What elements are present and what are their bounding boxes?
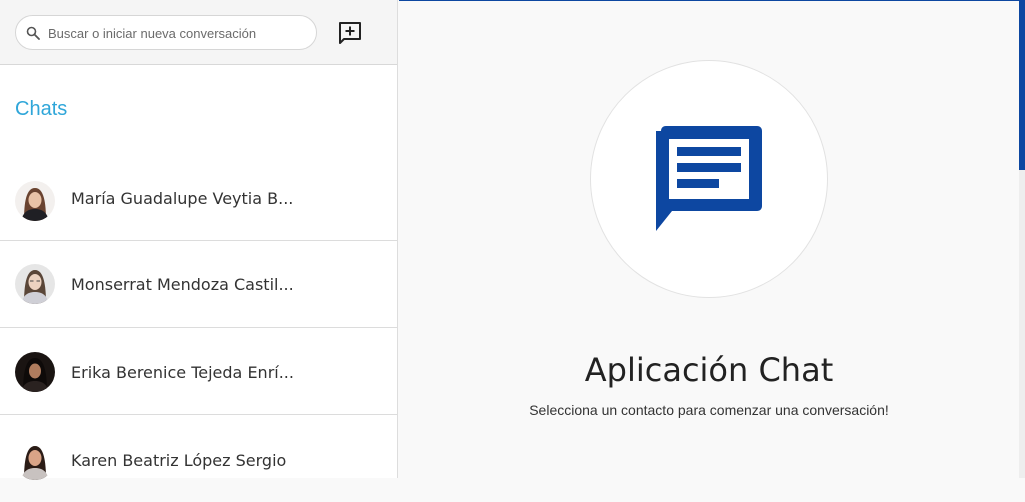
scrollbar-thumb[interactable]: [1019, 0, 1025, 170]
search-box[interactable]: [15, 15, 317, 50]
contact-name: Monserrat Mendoza Castil...: [71, 275, 294, 294]
new-chat-icon[interactable]: [337, 20, 363, 46]
contact-item[interactable]: Erika Berenice Tejeda Enrí...: [0, 328, 397, 415]
woman-avatar-icon: [15, 264, 55, 304]
avatar: [15, 264, 55, 304]
page-title: Aplicación Chat: [584, 351, 834, 389]
avatar: [15, 352, 55, 392]
page-subtitle: Selecciona un contacto para comenzar una…: [529, 402, 889, 418]
avatar: [15, 440, 55, 480]
contact-item[interactable]: Karen Beatriz López Sergio: [0, 415, 397, 502]
scrollbar[interactable]: [1019, 0, 1025, 478]
logo-circle: [590, 60, 828, 298]
contact-name: María Guadalupe Veytia B...: [71, 189, 294, 208]
contact-name: Erika Berenice Tejeda Enrí...: [71, 363, 294, 382]
woman-avatar-icon: [15, 352, 55, 392]
contact-list: María Guadalupe Veytia B... Monserrat Me…: [0, 154, 397, 502]
avatar: [15, 181, 55, 221]
main-panel: Aplicación Chat Selecciona un contacto p…: [399, 0, 1019, 478]
sidebar: Chats María Guadalupe Veytia B...: [0, 0, 398, 480]
contact-item[interactable]: Monserrat Mendoza Castil...: [0, 241, 397, 328]
search-icon: [26, 26, 40, 40]
chat-message-icon: [656, 126, 762, 231]
sidebar-header: [0, 0, 397, 65]
contact-name: Karen Beatriz López Sergio: [71, 451, 287, 470]
woman-avatar-icon: [15, 440, 55, 480]
contact-item[interactable]: María Guadalupe Veytia B...: [0, 154, 397, 241]
search-input[interactable]: [48, 23, 306, 43]
woman-avatar-icon: [15, 181, 55, 221]
chats-heading: Chats: [15, 98, 68, 120]
